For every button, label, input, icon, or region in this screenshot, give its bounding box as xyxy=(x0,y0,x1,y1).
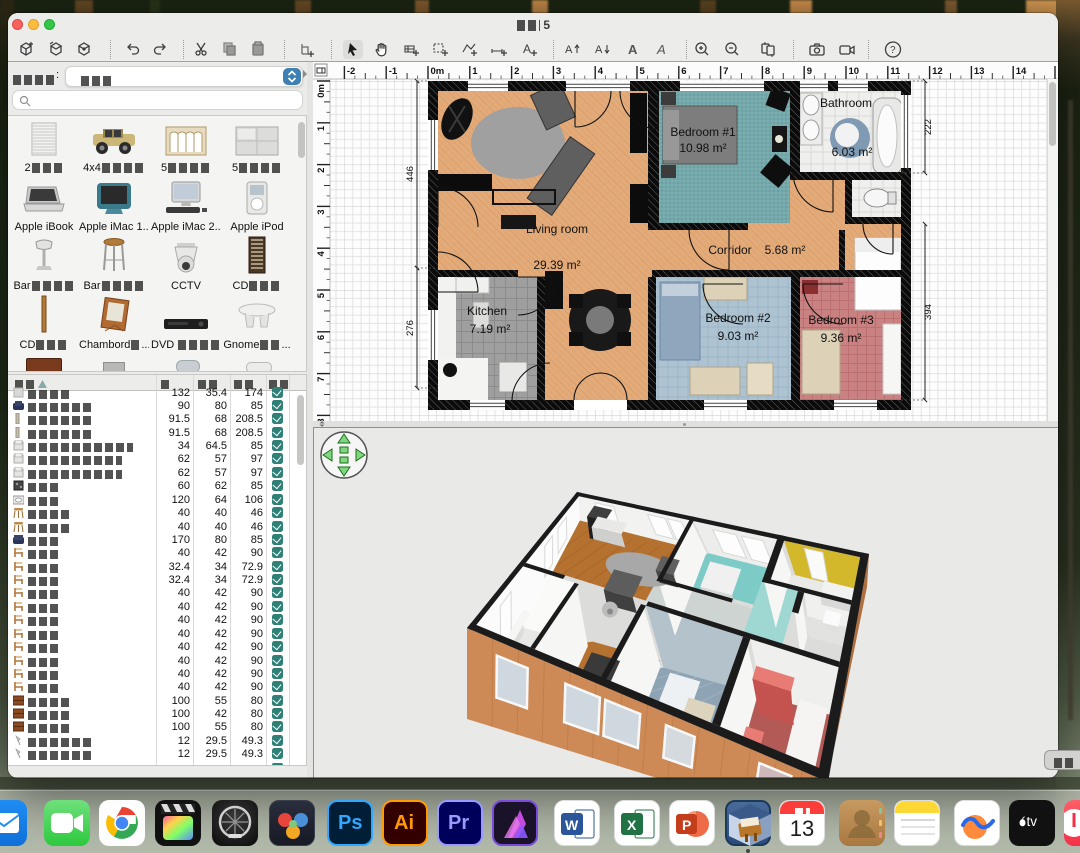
svg-text:Corridor: Corridor xyxy=(708,243,751,257)
svg-text:P: P xyxy=(682,817,691,833)
svg-text:7: 7 xyxy=(723,66,728,77)
svg-text:9.03 m²: 9.03 m² xyxy=(718,329,759,343)
svg-text:X: X xyxy=(627,817,637,833)
svg-text:2: 2 xyxy=(514,66,519,77)
svg-text:A: A xyxy=(595,44,603,56)
svg-text:12: 12 xyxy=(932,66,943,77)
svg-text:tv: tv xyxy=(1027,814,1038,829)
svg-text:394: 394 xyxy=(923,304,934,320)
svg-text:A: A xyxy=(628,42,638,57)
svg-text:9.36 m²: 9.36 m² xyxy=(821,331,862,345)
svg-text:2: 2 xyxy=(316,168,327,173)
svg-text:5.68 m²: 5.68 m² xyxy=(765,243,806,257)
svg-text:Kitchen: Kitchen xyxy=(467,304,507,318)
svg-text:11: 11 xyxy=(890,66,901,77)
svg-text:6: 6 xyxy=(316,335,327,340)
svg-text:10.98 m²: 10.98 m² xyxy=(679,141,726,155)
svg-text:15: 15 xyxy=(1058,66,1059,77)
svg-text:0m: 0m xyxy=(431,66,445,77)
svg-text:?: ? xyxy=(890,45,896,56)
svg-text:Living room: Living room xyxy=(526,222,588,236)
svg-text:6: 6 xyxy=(681,66,686,77)
svg-text:5: 5 xyxy=(640,66,646,77)
svg-text:6.03 m²: 6.03 m² xyxy=(832,145,873,159)
svg-text:14: 14 xyxy=(1016,66,1027,77)
svg-text:4: 4 xyxy=(598,66,604,77)
svg-text:3: 3 xyxy=(556,66,561,77)
svg-text:7.19 m²: 7.19 m² xyxy=(470,322,511,336)
svg-text:222: 222 xyxy=(923,119,934,135)
svg-text:Bathroom: Bathroom xyxy=(820,96,872,110)
svg-text:29.39 m²: 29.39 m² xyxy=(533,258,580,272)
svg-text:1: 1 xyxy=(316,125,327,131)
svg-text:10: 10 xyxy=(849,66,860,77)
svg-text:276: 276 xyxy=(405,320,416,336)
svg-text:-2: -2 xyxy=(347,66,355,77)
svg-text:0m: 0m xyxy=(316,84,327,98)
svg-text:13: 13 xyxy=(974,66,985,77)
svg-text:3: 3 xyxy=(316,209,327,214)
svg-text:446: 446 xyxy=(405,166,416,182)
svg-text:5: 5 xyxy=(316,292,327,298)
svg-text:1: 1 xyxy=(472,66,478,77)
svg-text:A: A xyxy=(523,42,531,56)
svg-text:9: 9 xyxy=(807,66,812,77)
svg-text:Bedroom #3: Bedroom #3 xyxy=(808,313,874,327)
svg-text:7: 7 xyxy=(316,377,327,382)
svg-text:Bedroom #1: Bedroom #1 xyxy=(670,125,736,139)
svg-text:A: A xyxy=(565,44,573,56)
svg-text:-1: -1 xyxy=(389,66,398,77)
svg-text:W: W xyxy=(565,817,579,833)
svg-text:A: A xyxy=(656,42,666,57)
svg-text:Bedroom #2: Bedroom #2 xyxy=(705,311,771,325)
svg-text:8: 8 xyxy=(765,66,770,77)
svg-text:4: 4 xyxy=(316,250,327,256)
